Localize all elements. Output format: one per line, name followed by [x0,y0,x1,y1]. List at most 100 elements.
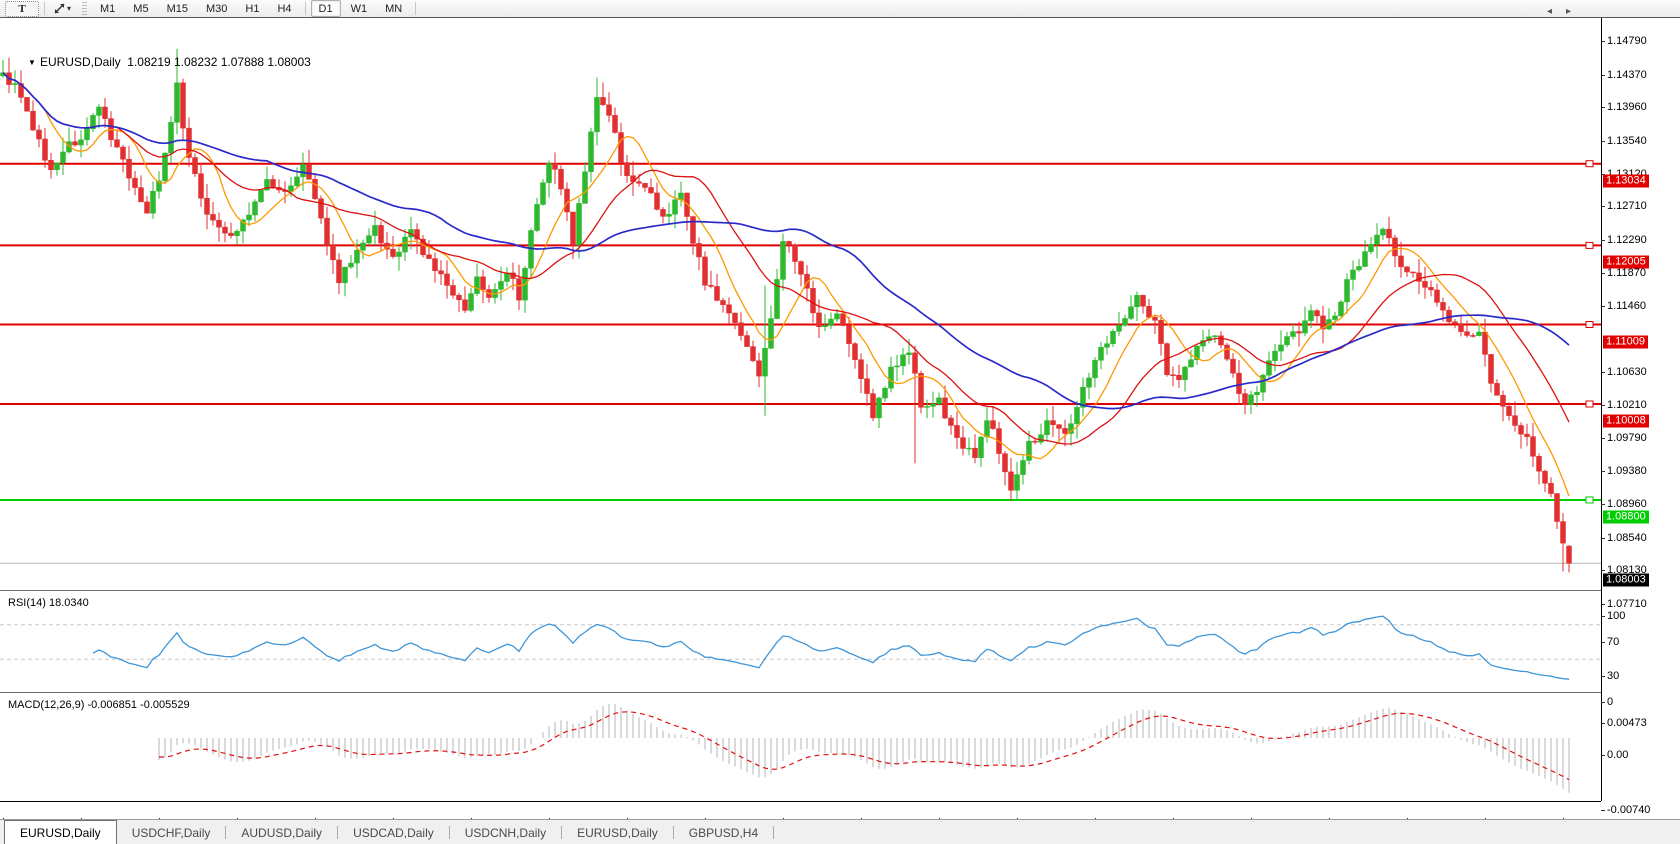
price-tick-label: 1.09790 [1607,432,1647,444]
macd-label: MACD(12,26,9) -0.006851 -0.005529 [8,699,190,711]
axis-tick [1601,702,1605,703]
tab-scroll-left-icon[interactable]: ◂ [1547,6,1566,17]
text-tool-button[interactable]: T [5,1,39,17]
axis-tick [1601,755,1605,756]
chart-tab-usdchf-daily[interactable]: USDCHF,Daily [117,820,226,844]
price-chart-canvas[interactable] [0,19,1601,590]
rsi-panel-canvas[interactable] [0,593,1601,692]
cursor-crosshair-icon [53,2,66,15]
price-tick-label: 1.12290 [1607,234,1647,246]
axis-tick [1601,642,1605,643]
toolbar: T ▾ M1M5M15M30H1H4 D1W1MN [0,0,1680,18]
macd-scale-label: 0.00473 [1607,717,1647,729]
rsi-scale-label: 0 [1607,696,1613,708]
axis-tick [1601,372,1605,373]
price-tick-label: 1.11460 [1607,300,1646,312]
chart-tab-bar: EURUSD,DailyUSDCHF,DailyAUDUSD,DailyUSDC… [0,819,1680,844]
timeframe-button-m5[interactable]: M5 [125,0,156,17]
price-tick-label: 1.11870 [1607,267,1646,279]
axis-tick [1601,810,1605,811]
price-tick-label: 1.14790 [1607,35,1647,47]
price-line-badge: 1.12005 [1603,256,1649,269]
collapse-triangle-icon[interactable]: ▼ [28,58,36,67]
axis-tick [1601,676,1605,677]
price-tick-label: 1.09380 [1607,465,1647,477]
price-axis-line[interactable] [1601,18,1602,801]
price-line-badge: 1.10008 [1603,415,1649,428]
axis-tick [1601,107,1605,108]
chevron-down-icon: ▾ [67,4,71,13]
axis-tick [1601,471,1605,472]
macd-histogram [159,704,1569,793]
price-tick-label: 1.13540 [1607,135,1647,147]
price-line-badge: 1.11009 [1603,335,1648,348]
price-tick-label: 1.08960 [1607,498,1647,510]
toolbar-grip [82,2,87,15]
toolbar-separator [44,2,45,15]
timeframe-buttons: M1M5M15M30H1H4 D1W1MN [91,0,420,17]
price-tick-label: 1.10630 [1607,366,1647,378]
price-line-badge: 1.13034 [1603,174,1649,187]
timeframe-button-h1[interactable]: H1 [237,0,267,17]
toolbar-separator [415,2,416,15]
axis-tick [1601,570,1605,571]
macd-panel-canvas[interactable] [0,695,1601,801]
tab-scroll-right-icon[interactable]: ▸ [1566,6,1585,17]
rsi-scale-label: 70 [1607,636,1619,648]
horizontal-line-1.08800[interactable] [0,497,1601,503]
macd-scale-label: 0.00 [1607,749,1628,761]
horizontal-line-1.11009[interactable] [0,322,1601,328]
price-tick-label: 1.10210 [1607,399,1647,411]
chart-tab-usdcnh-daily[interactable]: USDCNH,Daily [450,820,561,844]
price-tick-label: 1.07710 [1607,598,1647,610]
cursor-tool-button[interactable]: ▾ [50,0,77,17]
axis-tick [1601,240,1605,241]
chart-window: ▼ EURUSD,Daily 1.08219 1.08232 1.07888 1.… [0,17,1680,844]
ma-fast-line[interactable] [3,73,1569,496]
timeframe-button-m30[interactable]: M30 [198,0,235,17]
chart-tab-usdcad-daily[interactable]: USDCAD,Daily [338,820,449,844]
horizontal-line-1.13034[interactable] [0,161,1601,167]
price-tick-label: 1.14370 [1607,69,1647,81]
mt4-window: T ▾ M1M5M15M30H1H4 D1W1MN ▼ EURUSD,Daily 1… [0,0,1680,844]
axis-tick [1601,604,1605,605]
price-tick-label: 1.13960 [1607,101,1647,113]
axis-tick [1601,41,1605,42]
axis-tick [1601,538,1605,539]
chart-tab-eurusd-daily[interactable]: EURUSD,Daily [562,820,673,844]
timeframe-button-m1[interactable]: M1 [92,0,123,17]
tab-divider [773,826,774,839]
timeframe-button-h4[interactable]: H4 [269,0,299,17]
axis-tick [1601,723,1605,724]
axis-tick [1601,206,1605,207]
chart-tab-audusd-daily[interactable]: AUDUSD,Daily [226,820,337,844]
timeframe-button-m15[interactable]: M15 [159,0,196,17]
ma-mid-line[interactable] [3,73,1569,444]
timeframe-button-w1[interactable]: W1 [343,0,376,17]
symbol-period-label: EURUSD,Daily [40,55,121,69]
chart-legend: ▼ EURUSD,Daily 1.08219 1.08232 1.07888 1.… [8,41,311,83]
horizontal-line-1.12005[interactable] [0,242,1601,248]
ma-slow-line[interactable] [3,73,1569,409]
rsi-scale-label: 30 [1607,670,1619,682]
chart-tab-gbpusd-h4[interactable]: GBPUSD,H4 [674,820,773,844]
axis-tick [1601,141,1605,142]
macd-signal-line [159,712,1569,780]
axis-tick [1601,438,1605,439]
axis-tick [1601,616,1605,617]
axis-tick [1601,504,1605,505]
axis-tick [1601,273,1605,274]
rsi-scale-label: 100 [1607,610,1625,622]
timeframe-button-d1[interactable]: D1 [311,0,341,17]
timeframe-button-mn[interactable]: MN [377,0,410,17]
ohlc-values: 1.08219 1.08232 1.07888 1.08003 [127,55,311,69]
axis-tick [1601,75,1605,76]
toolbar-separator [305,2,306,15]
macd-scale-label: -0.00740 [1607,804,1650,816]
price-line-badge: 1.08800 [1603,510,1649,523]
tab-scroll-arrows: ◂▸ [1547,6,1585,17]
horizontal-line-1.10008[interactable] [0,401,1601,407]
candles [1,49,1572,573]
price-tick-label: 1.08540 [1607,532,1647,544]
chart-tab-eurusd-daily[interactable]: EURUSD,Daily [4,820,117,844]
